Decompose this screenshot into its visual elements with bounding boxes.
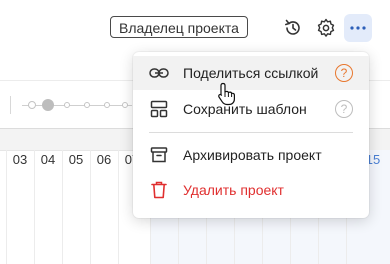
project-toolbar: Владелец проекта — [0, 0, 390, 56]
menu-item-label: Удалить проект — [183, 182, 284, 198]
menu-item-label: Сохранить шаблон — [183, 101, 307, 117]
zoom-separator — [10, 96, 11, 114]
project-actions-menu: Поделиться ссылкой ? Сохранить шаблон ? … — [133, 52, 369, 218]
link-icon — [149, 63, 169, 83]
history-icon[interactable] — [280, 15, 306, 41]
help-icon[interactable]: ? — [335, 100, 353, 118]
zoom-step[interactable] — [84, 102, 90, 108]
day-column-line — [62, 150, 63, 264]
more-icon — [350, 26, 366, 30]
template-icon — [149, 99, 169, 119]
menu-item-label: Поделиться ссылкой — [183, 65, 319, 81]
timeline-day: 05 — [68, 152, 84, 167]
menu-item-label: Архивировать проект — [183, 147, 322, 163]
trash-icon — [149, 180, 169, 200]
gear-icon[interactable] — [313, 15, 339, 41]
timeline-day: 04 — [40, 152, 56, 167]
owner-role-badge: Владелец проекта — [110, 16, 248, 38]
menu-divider — [149, 132, 353, 133]
menu-item-delete-project[interactable]: Удалить проект — [133, 173, 369, 207]
zoom-slider-track[interactable] — [22, 105, 132, 106]
day-column-line — [6, 150, 7, 264]
zoom-step[interactable] — [64, 102, 70, 108]
menu-item-archive-project[interactable]: Архивировать проект — [133, 138, 369, 172]
menu-item-save-template[interactable]: Сохранить шаблон ? — [133, 92, 369, 126]
more-actions-button[interactable] — [344, 14, 372, 42]
zoom-slider-handle[interactable] — [42, 99, 54, 111]
day-column-line — [90, 150, 91, 264]
zoom-step[interactable] — [28, 101, 36, 109]
archive-icon — [149, 145, 169, 165]
zoom-step[interactable] — [122, 102, 128, 108]
timeline-day: 06 — [96, 152, 112, 167]
day-column-line — [118, 150, 119, 264]
menu-item-share-link[interactable]: Поделиться ссылкой ? — [133, 56, 369, 90]
timeline-day: 03 — [12, 152, 28, 167]
hand-cursor-icon — [217, 82, 237, 106]
zoom-step[interactable] — [104, 102, 110, 108]
help-icon[interactable]: ? — [335, 64, 353, 82]
day-column-line — [34, 150, 35, 264]
